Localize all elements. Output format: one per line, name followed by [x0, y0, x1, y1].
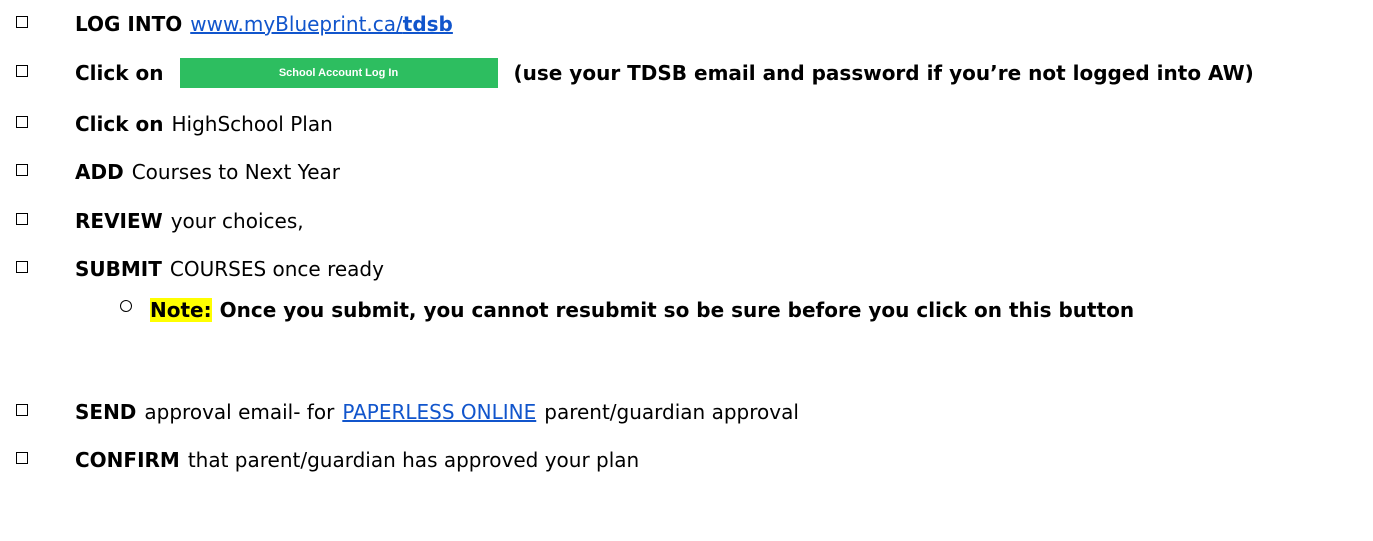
note-text: Once you submit, you cannot resubmit so …: [219, 298, 1135, 322]
instruction-checklist: LOG INTO www.myBlueprint.ca/tdsb Click on…: [0, 0, 1373, 541]
paperless-online-link[interactable]: PAPERLESS ONLINE: [342, 400, 536, 424]
step-text: Courses to Next Year: [131, 160, 341, 184]
checkbox-icon[interactable]: [16, 452, 28, 464]
checkbox-icon[interactable]: [16, 16, 28, 28]
step-text: your choices,: [170, 209, 304, 233]
step-text: approval email- for: [144, 400, 335, 424]
submit-note: Note: Once you submit, you cannot resubmi…: [0, 290, 1373, 374]
step-text: HighSchool Plan: [171, 112, 333, 136]
step-submit: SUBMIT COURSES once ready: [0, 251, 1373, 287]
step-action: SEND: [75, 400, 137, 424]
checkbox-icon[interactable]: [16, 261, 28, 273]
checkbox-icon[interactable]: [16, 65, 28, 77]
step-log-into: LOG INTO www.myBlueprint.ca/tdsb: [0, 6, 1373, 42]
step-click-login: Click on School Account Log In (use your T…: [0, 55, 1373, 91]
step-add-courses: ADD Courses to Next Year: [0, 154, 1373, 190]
checkbox-icon[interactable]: [16, 404, 28, 416]
step-text-after: parent/guardian approval: [544, 400, 799, 424]
step-action: LOG INTO: [75, 12, 183, 36]
step-action: Click on: [75, 61, 164, 85]
step-send-approval: SEND approval email- for PAPERLESS ONLINE p…: [0, 394, 1373, 430]
step-action: SUBMIT: [75, 257, 162, 281]
step-action: CONFIRM: [75, 448, 180, 472]
note-highlight: Note:: [150, 298, 212, 322]
checkbox-icon[interactable]: [16, 164, 28, 176]
myblueprint-link[interactable]: www.myBlueprint.ca/tdsb: [190, 12, 453, 36]
step-highschool-plan: Click on HighSchool Plan: [0, 106, 1373, 142]
circle-bullet-icon: [120, 300, 132, 312]
school-account-login-button[interactable]: School Account Log In: [179, 57, 498, 88]
step-confirm: CONFIRM that parent/guardian has approved…: [0, 442, 1373, 478]
step-note: (use your TDSB email and password if you…: [513, 61, 1254, 85]
step-text: that parent/guardian has approved your p…: [187, 448, 640, 472]
step-review: REVIEW your choices,: [0, 203, 1373, 239]
step-action: Click on: [75, 112, 164, 136]
step-text: COURSES once ready: [169, 257, 384, 281]
checkbox-icon[interactable]: [16, 213, 28, 225]
checkbox-icon[interactable]: [16, 116, 28, 128]
step-action: REVIEW: [75, 209, 163, 233]
step-action: ADD: [75, 160, 124, 184]
